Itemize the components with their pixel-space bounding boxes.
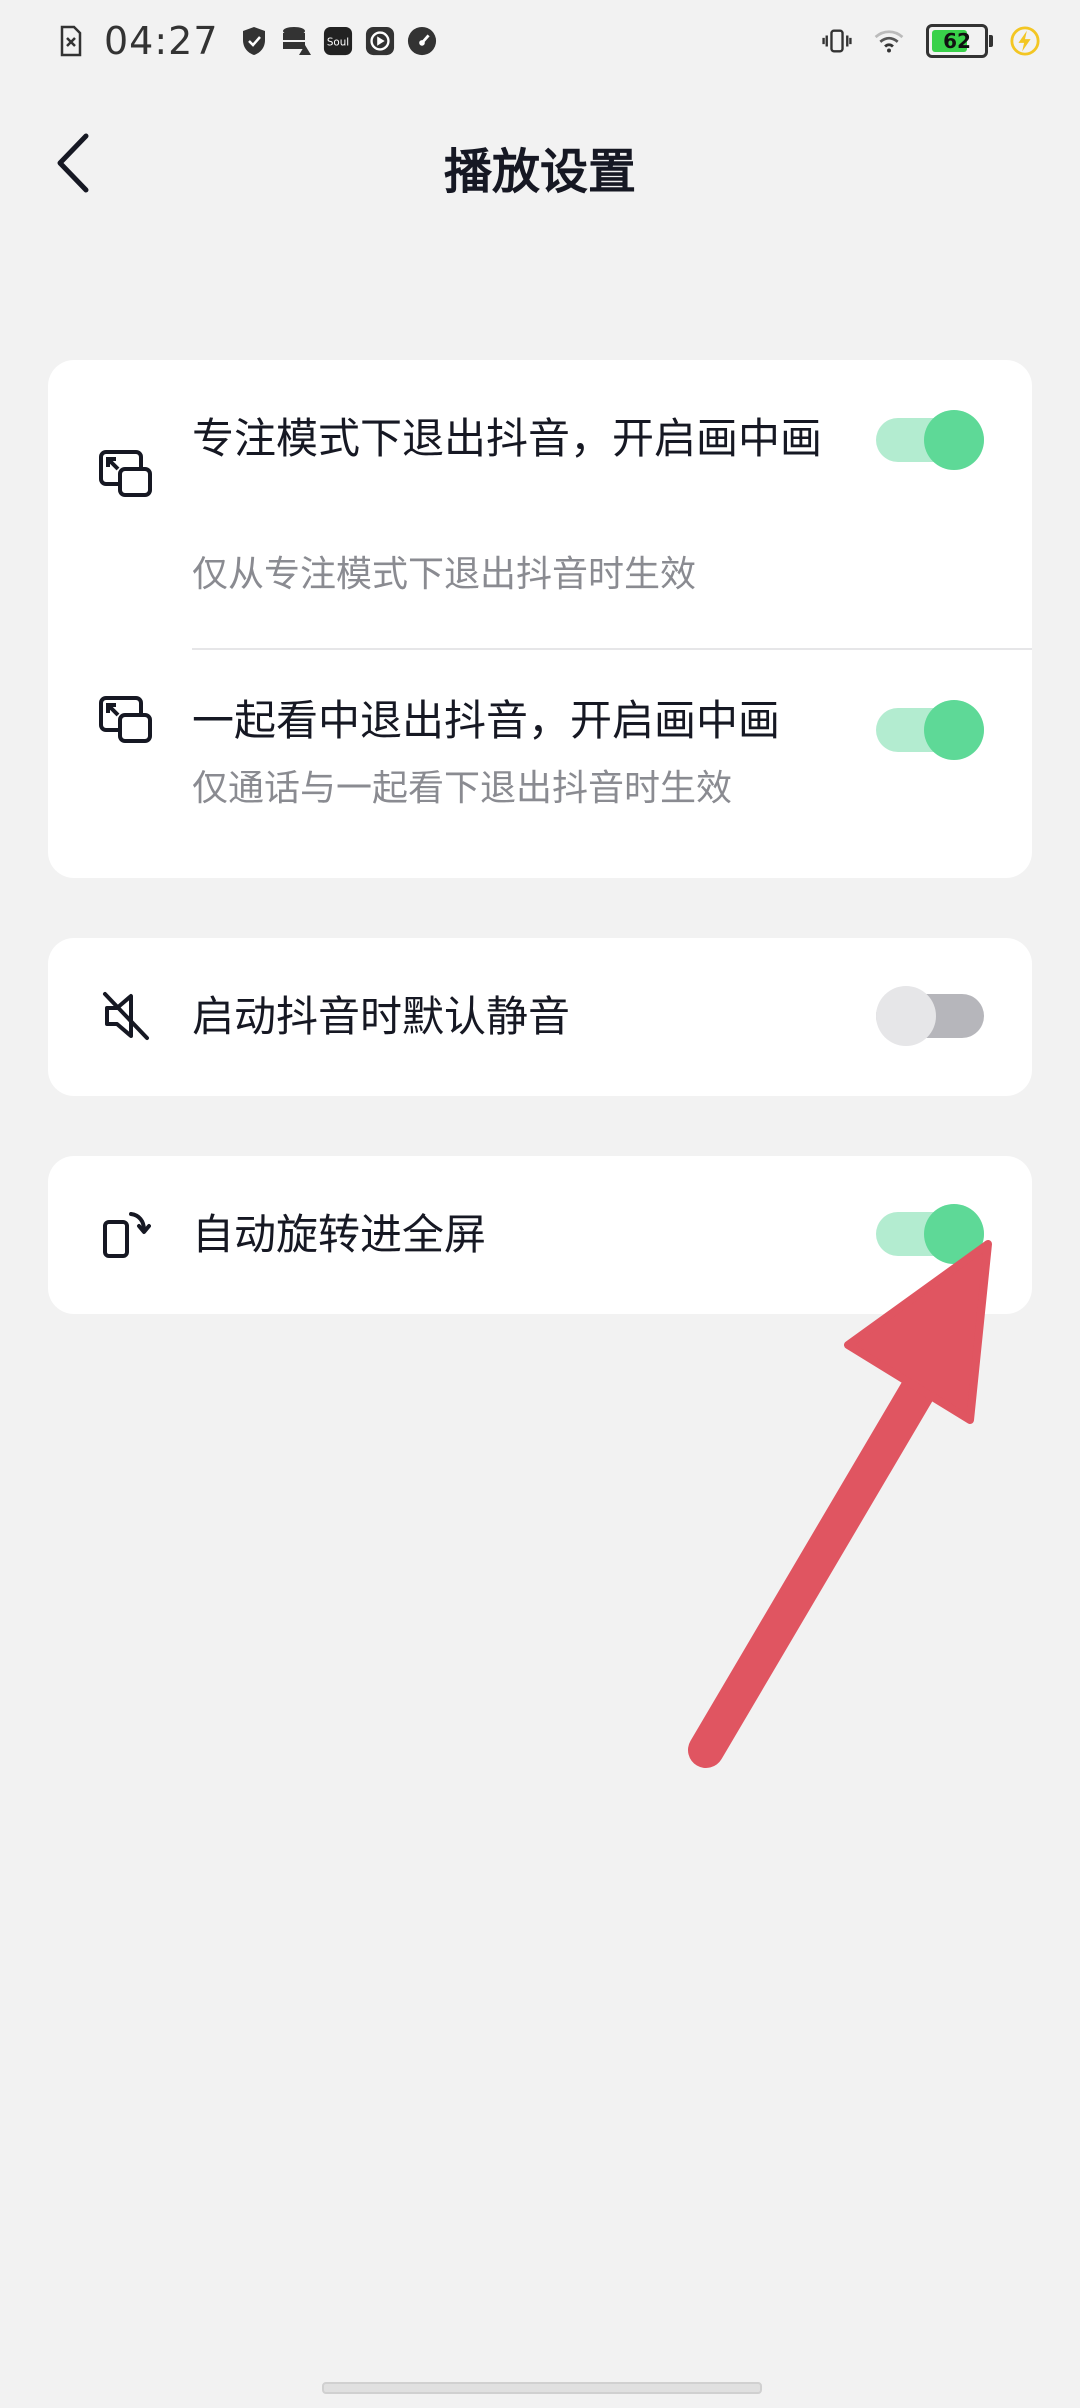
- setting-title: 启动抖音时默认静音: [192, 992, 571, 1041]
- status-bar-left: 04:27 Soul: [56, 16, 437, 66]
- shield-icon: [239, 24, 269, 58]
- status-bar: 04:27 Soul 62: [0, 0, 1080, 84]
- soul-app-icon: Soul: [323, 24, 353, 58]
- toggle-knob: [876, 986, 936, 1046]
- pip-settings-card: 专注模式下退出抖音，开启画中画 仅从专注模式下退出抖音时生效 一起看中退出抖音，…: [48, 360, 1032, 878]
- storage-icon: [281, 24, 311, 58]
- vibrate-icon: [822, 24, 852, 58]
- auto-rotate-toggle[interactable]: [876, 1204, 984, 1264]
- pip-icon: [96, 690, 156, 750]
- pip-watch-together-toggle[interactable]: [876, 700, 984, 760]
- page-title: 播放设置: [443, 144, 636, 200]
- soul-app-label: Soul: [326, 37, 348, 49]
- wifi-icon: [874, 24, 904, 58]
- pip-icon: [96, 444, 156, 504]
- setting-title: 专注模式下退出抖音，开启画中画: [192, 414, 823, 463]
- setting-title: 自动旋转进全屏: [192, 1210, 487, 1259]
- battery-icon: 62: [926, 24, 993, 58]
- mute-icon: [96, 986, 156, 1046]
- rotate-settings-card: 自动旋转进全屏: [48, 1156, 1032, 1314]
- pip-focus-toggle[interactable]: [876, 410, 984, 470]
- setting-subtitle: 仅从专注模式下退出抖音时生效: [192, 554, 697, 595]
- home-indicator[interactable]: [322, 2382, 762, 2394]
- toggle-knob: [924, 700, 984, 760]
- speed-icon: [407, 24, 437, 58]
- setting-row-pip-watch-together[interactable]: 一起看中退出抖音，开启画中画 仅通话与一起看下退出抖音时生效: [48, 650, 1032, 878]
- charging-icon: [1010, 24, 1040, 58]
- setting-title: 一起看中退出抖音，开启画中画: [192, 696, 781, 745]
- toggle-knob: [924, 1204, 984, 1264]
- sim-off-icon: [56, 24, 86, 58]
- setting-row-auto-rotate[interactable]: 自动旋转进全屏: [48, 1156, 1032, 1314]
- setting-subtitle: 仅通话与一起看下退出抖音时生效: [192, 768, 733, 809]
- status-time: 04:27: [104, 19, 219, 63]
- rotate-screen-icon: [96, 1204, 156, 1264]
- battery-level: 62: [943, 29, 971, 53]
- setting-row-pip-focus[interactable]: 专注模式下退出抖音，开启画中画 仅从专注模式下退出抖音时生效: [48, 360, 1032, 650]
- mute-settings-card: 启动抖音时默认静音: [48, 938, 1032, 1096]
- default-mute-toggle[interactable]: [876, 986, 984, 1046]
- play-icon: [365, 24, 395, 58]
- toggle-knob: [924, 410, 984, 470]
- status-bar-right: 62: [822, 16, 1040, 66]
- header: 播放设置: [0, 120, 1080, 210]
- setting-row-default-mute[interactable]: 启动抖音时默认静音: [48, 938, 1032, 1096]
